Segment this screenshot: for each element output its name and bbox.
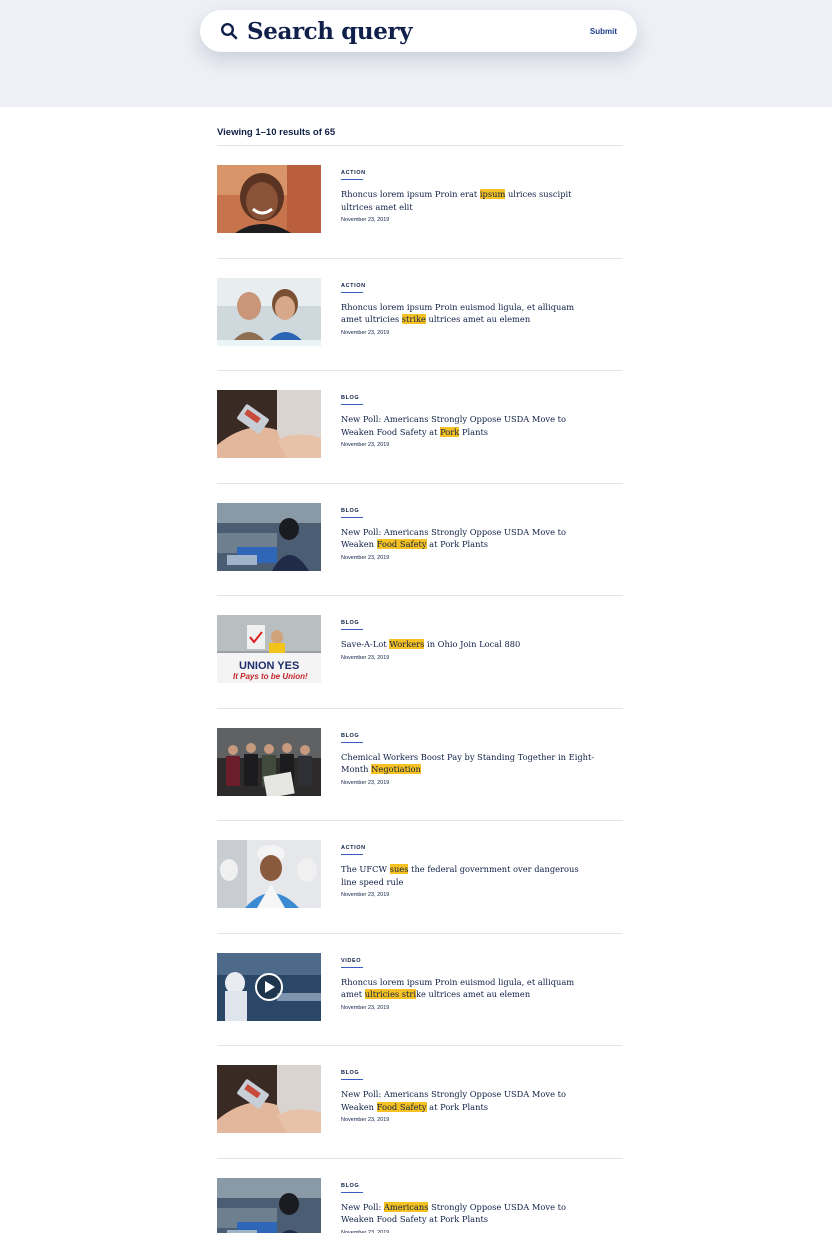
search-icon[interactable]: [220, 22, 238, 40]
result-date: November 23, 2019: [341, 1229, 390, 1233]
two-women-photo: [217, 277, 321, 346]
result-title[interactable]: Rhoncus lorem ipsum Proin euismod ligula…: [341, 301, 596, 326]
result-date: November 23, 2019: [341, 217, 390, 223]
result-category[interactable]: BLOG: [341, 508, 359, 514]
category-underline: [341, 1079, 363, 1080]
result-title[interactable]: Chemical Workers Boost Pay by Standing T…: [341, 751, 596, 776]
result-title[interactable]: New Poll: Americans Strongly Oppose USDA…: [341, 526, 596, 551]
result-thumbnail[interactable]: [217, 1177, 321, 1233]
title-text: at Pork Plants: [426, 539, 489, 549]
title-text: Plants: [459, 426, 489, 437]
results-count: Viewing 1–10 results of 65: [217, 127, 336, 138]
search-highlight: ipsum: [479, 189, 506, 199]
result-category[interactable]: BLOG: [341, 1183, 359, 1189]
hand-holding-package-photo: [217, 1065, 321, 1133]
result-item[interactable]: BLOG New Poll: Americans Strongly Oppose …: [217, 484, 623, 596]
search-highlight: Negotiation: [371, 764, 421, 774]
union-yes-banner-photo: UNION YESIt Pays to be Union!: [217, 615, 321, 683]
search-highlight: Food Safety: [376, 539, 427, 549]
result-item[interactable]: BLOG New Poll: Americans Strongly Oppose …: [217, 1046, 623, 1159]
result-date: November 23, 2019: [341, 779, 390, 786]
title-text: Save-A-Lot: [341, 639, 390, 649]
result-item[interactable]: ACTION Rhoncus lorem ipsum Proin euismod …: [217, 259, 623, 371]
result-category[interactable]: ACTION: [341, 845, 366, 851]
result-category[interactable]: BLOG: [341, 733, 359, 739]
result-thumbnail[interactable]: UNION YES It Pays to be Union!: [217, 615, 321, 683]
category-underline: [341, 966, 363, 968]
factory-worker-photo: [217, 502, 321, 571]
search-header-band: Submit: [0, 0, 832, 107]
result-date: November 23, 2019: [341, 655, 390, 661]
category-underline: [341, 1191, 363, 1193]
result-thumbnail[interactable]: [217, 952, 321, 1021]
result-item[interactable]: ACTION Rhoncus lorem ipsum Proin erat ips…: [217, 146, 623, 259]
result-thumbnail[interactable]: [217, 502, 321, 571]
result-item[interactable]: VIDEO Rhoncus lorem ipsum Proin euismod l…: [217, 934, 623, 1046]
title-text: New Poll:: [341, 1201, 384, 1212]
title-text: The UFCW: [341, 864, 390, 874]
title-text: ultrices amet au elemen: [425, 314, 531, 324]
result-title[interactable]: New Poll: Americans Strongly Oppose USDA…: [341, 1201, 596, 1226]
result-title[interactable]: Save-A-Lot Workers in Ohio Join Local 88…: [341, 638, 596, 651]
result-thumbnail[interactable]: [217, 840, 321, 908]
result-item[interactable]: UNION YES It Pays to be Union! BLOG Save-A-…: [217, 596, 623, 709]
factory-worker-photo: [217, 1177, 321, 1233]
result-date: November 23, 2019: [341, 554, 390, 561]
results-list: ACTION Rhoncus lorem ipsum Proin erat ips…: [217, 146, 623, 1233]
result-date: November 23, 2019: [341, 1117, 390, 1123]
result-category[interactable]: ACTION: [341, 283, 366, 289]
search-bar[interactable]: Submit: [200, 10, 637, 52]
result-item[interactable]: BLOG New Poll: Americans Strongly Oppose …: [217, 371, 623, 484]
result-title[interactable]: Rhoncus lorem ipsum Proin euismod ligula…: [341, 976, 596, 1001]
category-underline: [341, 629, 363, 630]
result-thumbnail[interactable]: [217, 727, 321, 796]
search-highlight: sues: [389, 864, 409, 874]
title-text: in Ohio Join Local 880: [424, 639, 521, 649]
svg-text:UNION YES: UNION YES: [239, 660, 299, 672]
result-thumbnail[interactable]: [217, 390, 321, 458]
result-date: November 23, 2019: [341, 442, 390, 448]
result-title[interactable]: New Poll: Americans Strongly Oppose USDA…: [341, 1088, 596, 1113]
result-category[interactable]: ACTION: [341, 170, 366, 176]
result-category[interactable]: BLOG: [341, 620, 359, 626]
title-text: Rhoncus lorem ipsum Proin erat: [341, 189, 480, 199]
result-date: November 23, 2019: [341, 329, 390, 336]
result-thumbnail[interactable]: [217, 1065, 321, 1133]
result-thumbnail[interactable]: [217, 165, 321, 233]
hand-holding-package-photo: [217, 390, 321, 458]
category-underline: [341, 291, 363, 293]
category-underline: [341, 854, 363, 855]
result-category[interactable]: VIDEO: [341, 958, 361, 964]
category-underline: [341, 741, 363, 743]
result-item[interactable]: ACTION The UFCW sues the federal governme…: [217, 821, 623, 934]
title-text: at Pork Plants: [426, 1101, 489, 1112]
video-processing-line-photo: [217, 952, 321, 1021]
worker-in-hardhat-photo: [217, 840, 321, 908]
category-underline: [341, 179, 363, 180]
result-title[interactable]: The UFCW sues the federal government ove…: [341, 863, 596, 888]
result-item[interactable]: BLOG Chemical Workers Boost Pay by Standi…: [217, 709, 623, 821]
search-highlight: strike: [401, 314, 426, 324]
result-category[interactable]: BLOG: [341, 1070, 359, 1076]
search-highlight: ultricies stri: [364, 989, 416, 999]
result-title[interactable]: New Poll: Americans Strongly Oppose USDA…: [341, 413, 596, 438]
search-highlight: Pork: [440, 426, 460, 437]
search-input[interactable]: [247, 14, 567, 48]
result-category[interactable]: BLOG: [341, 395, 359, 401]
category-underline: [341, 516, 363, 518]
submit-button[interactable]: Submit: [590, 23, 617, 39]
group-of-workers-photo: [217, 727, 321, 796]
search-highlight: Americans: [383, 1201, 429, 1212]
search-highlight: Food Safety: [376, 1101, 427, 1112]
result-title[interactable]: Rhoncus lorem ipsum Proin erat ipsum ulr…: [341, 188, 596, 213]
result-date: November 23, 2019: [341, 892, 390, 898]
result-item[interactable]: BLOG New Poll: Americans Strongly Oppose …: [217, 1159, 623, 1233]
category-underline: [341, 404, 363, 405]
result-date: November 23, 2019: [341, 1004, 390, 1011]
svg-text:It Pays to be Union!: It Pays to be Union!: [233, 672, 308, 681]
search-highlight: Workers: [389, 639, 425, 649]
smiling-woman-photo: [217, 165, 321, 233]
title-text: ke ultrices amet au elemen: [415, 989, 531, 999]
result-thumbnail[interactable]: [217, 277, 321, 346]
